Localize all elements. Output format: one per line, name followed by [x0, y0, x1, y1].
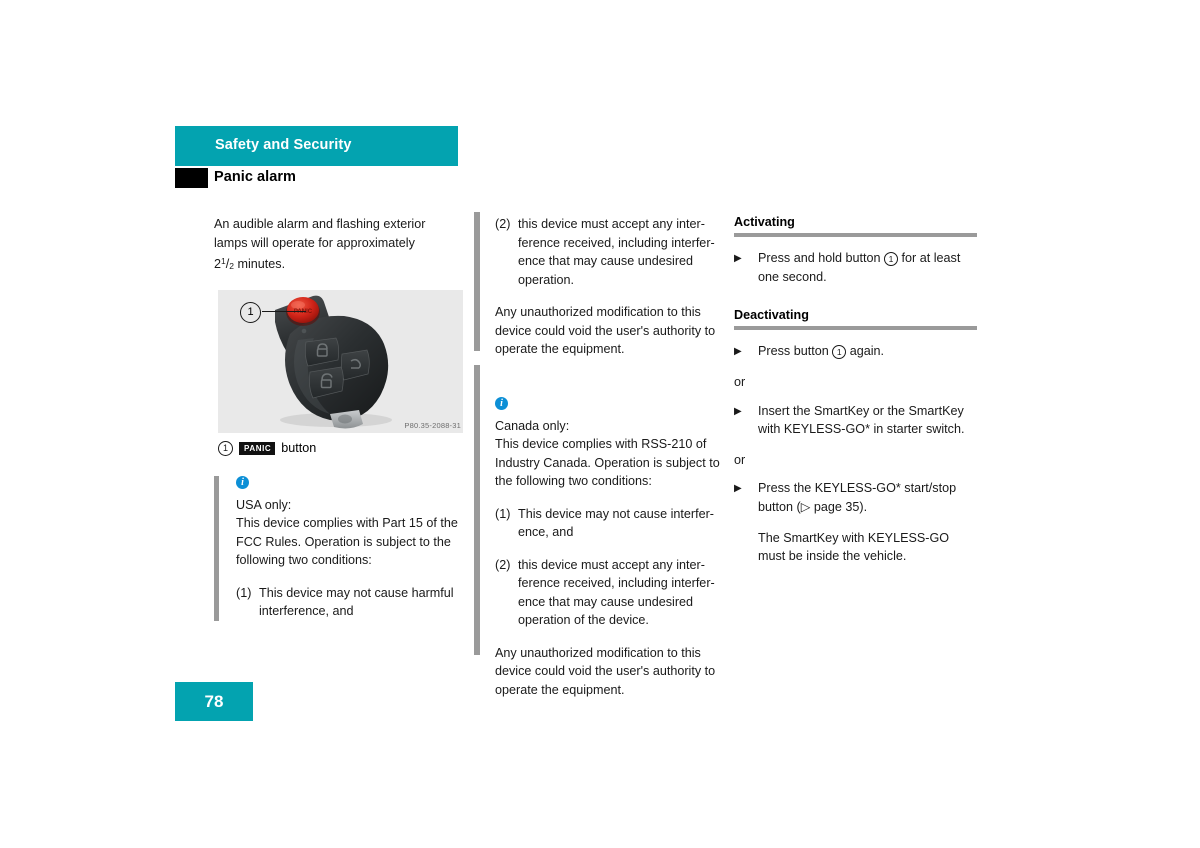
step-text: Press and hold button 1 for at least one… — [758, 249, 977, 286]
intro-line-2: lamps will operate for approximately — [214, 235, 415, 250]
condition-text: This device may not cause interfer-ence,… — [518, 506, 714, 540]
step-text: Insert the SmartKey or the SmartKey with… — [758, 403, 965, 437]
or-separator-2: or — [734, 452, 746, 467]
column-left: An audible alarm and flashing exterior l… — [214, 215, 463, 635]
chapter-title: Safety and Security — [215, 137, 352, 153]
step-text-post: again. — [846, 344, 885, 358]
column-right: Activating ▶ Press and hold button 1 for… — [734, 215, 977, 578]
info-icon: i — [236, 475, 249, 489]
infobox-rule-canada — [474, 365, 480, 655]
infobox-rule-usa-cont — [474, 212, 480, 351]
condition-number: (2) — [495, 557, 511, 572]
step-activate: ▶ Press and hold button 1 for at least o… — [734, 249, 977, 286]
condition-number: (1) — [236, 585, 252, 600]
condition-item: (1) This device may not cause interfer-e… — [495, 505, 723, 542]
intro-paragraph: An audible alarm and flashing exterior l… — [214, 215, 462, 276]
callout-1: 1 — [240, 301, 261, 323]
figure-image-id: P80.35-2088-31 — [404, 420, 461, 430]
figure-legend: 1 PANIC button — [218, 440, 462, 456]
step-text: Press button 1 again. — [758, 342, 977, 361]
manual-page: Safety and Security Panic alarm An audib… — [0, 0, 1200, 848]
step-bullet-icon: ▶ — [734, 405, 742, 417]
usa-disclaimer: Any unauthorized modification to this de… — [495, 305, 716, 356]
step-deactivate-1: ▶ Press button 1 again. — [734, 342, 977, 361]
condition-text: this device must accept any inter-ferenc… — [518, 217, 715, 287]
heading-rule — [734, 233, 977, 237]
step-text: Press the KEYLESS-GO* start/stop button … — [758, 479, 977, 516]
panic-badge: PANIC — [239, 441, 276, 455]
or-separator-1: or — [734, 375, 746, 389]
condition-text: this device must accept any inter-ferenc… — [518, 557, 715, 628]
callout-ref-1: 1 — [884, 252, 899, 266]
condition-number: (2) — [495, 217, 511, 231]
legend-number-1: 1 — [218, 440, 233, 456]
duration-unit: minutes. — [233, 257, 286, 271]
infobox-usa-heading: USA only: — [236, 497, 292, 512]
infobox-canada-heading: Canada only: — [495, 418, 570, 433]
callout-ref-1: 1 — [832, 345, 847, 359]
heading-rule — [734, 326, 977, 330]
condition-item: (1) This device may not cause harmful in… — [236, 584, 462, 621]
step-deactivate-3: ▶ Press the KEYLESS-GO* start/stop butto… — [734, 479, 977, 516]
deactivate-note: The SmartKey with KEYLESS-GO must be ins… — [758, 530, 950, 564]
smartkey-figure: PANIC — [218, 289, 463, 433]
section-marker-block — [175, 168, 208, 188]
page-title: Panic alarm — [214, 169, 296, 185]
step-bullet-icon: ▶ — [734, 253, 742, 264]
intro-line-1: An audible alarm and flashing exterior — [214, 217, 426, 231]
page-number: 78 — [204, 692, 224, 711]
column-middle: (2) this device must accept any inter-fe… — [495, 215, 723, 713]
condition-number: (1) — [495, 506, 511, 521]
step-deactivate-2: ▶ Insert the SmartKey or the SmartKey wi… — [734, 402, 977, 439]
step-text-pre: Press button — [758, 344, 833, 358]
page-reference[interactable]: page 35). — [810, 500, 867, 514]
condition-item: (2) this device must accept any inter-fe… — [495, 215, 723, 289]
step-bullet-icon: ▶ — [734, 483, 742, 494]
heading-deactivating: Deactivating — [734, 308, 809, 322]
condition-text: This device may not cause harmful interf… — [259, 585, 454, 619]
callout-leader-line — [262, 310, 306, 312]
infobox-usa: i USA only: This device complies with Pa… — [214, 475, 462, 621]
infobox-usa-body: This device complies with Part 15 of the… — [236, 516, 458, 567]
canada-disclaimer: Any unauthorized modification to this de… — [495, 645, 716, 697]
duration-whole: 2 — [214, 257, 222, 271]
step-bullet-icon: ▶ — [734, 346, 742, 357]
info-icon: i — [495, 396, 508, 410]
infobox-canada-body: This device complies with RSS-210 of Ind… — [495, 437, 720, 488]
heading-activating: Activating — [734, 215, 795, 229]
condition-item: (2) this device must accept any inter-fe… — [495, 556, 723, 630]
page-number-block: 78 — [175, 682, 253, 721]
legend-label: button — [281, 441, 317, 455]
duration-value: 21/2 minutes. — [214, 256, 286, 271]
chapter-banner: Safety and Security — [175, 126, 458, 166]
page-ref-icon: ▷ — [800, 499, 811, 514]
duration-numerator: 1 — [221, 256, 226, 266]
step-text-pre: Press and hold button — [758, 251, 885, 265]
